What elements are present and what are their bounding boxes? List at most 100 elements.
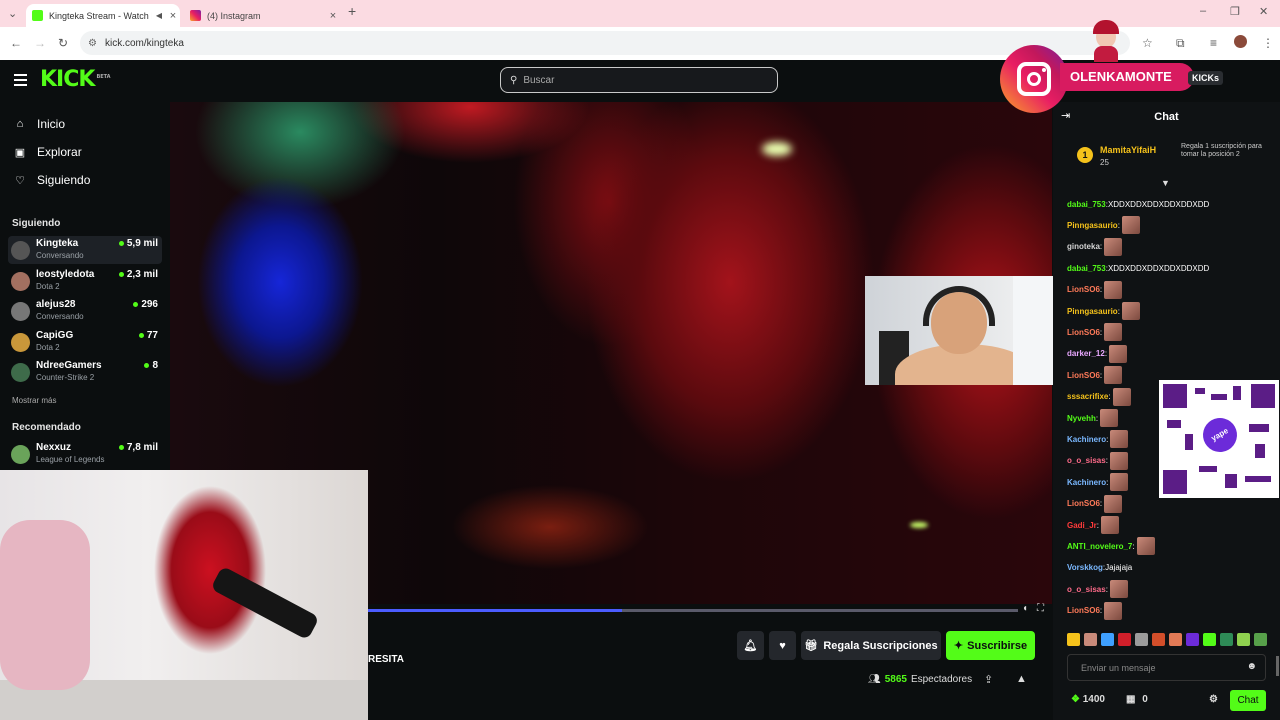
browser-tab-instagram[interactable]: (4) Instagram ×: [184, 4, 340, 27]
emoji-picker-icon[interactable]: ☻: [1246, 661, 1257, 672]
following-channel[interactable]: leostyledota Dota 2 2,3 mil: [8, 267, 162, 295]
forward-icon[interactable]: →: [34, 36, 46, 50]
close-tab-icon[interactable]: ×: [326, 10, 340, 22]
points-counter[interactable]: ❖ 1400: [1071, 694, 1105, 705]
chat-separator: :: [1117, 306, 1120, 316]
chat-message: Pinngasaurio:: [1067, 302, 1140, 320]
notification-bell-button[interactable]: 🔔︎: [737, 631, 764, 660]
heart-icon: ♥: [779, 639, 786, 652]
speaker-icon[interactable]: ◀: [152, 11, 166, 20]
chat-emote: [1121, 216, 1140, 235]
chat-username[interactable]: darker_12: [1067, 349, 1105, 358]
extensions-icon[interactable]: ⧉: [1176, 36, 1185, 51]
minimize-icon[interactable]: –: [1200, 5, 1206, 17]
kick-logo[interactable]: KICK BETA: [40, 67, 111, 92]
sidebar: ⌂ Inicio ▣ Explorar ♡ Siguiendo Siguiend…: [0, 102, 168, 477]
chat-message: Nyvehh:: [1067, 409, 1119, 427]
channel-viewers: 8: [144, 360, 158, 371]
chat-separator: :: [1104, 349, 1108, 359]
browser-menu-icon[interactable]: ⋮: [1262, 36, 1274, 50]
chat-message: LionSO6:: [1067, 323, 1123, 342]
sparkle-icon: ✦: [953, 640, 964, 652]
new-tab-icon[interactable]: +: [348, 3, 356, 19]
chat-emote: [1104, 280, 1123, 299]
chat-username[interactable]: LionSO6: [1067, 499, 1100, 508]
kicks-button[interactable]: KICKs: [1188, 71, 1224, 85]
chat-scrollbar[interactable]: [1276, 656, 1279, 676]
chat-username[interactable]: ginoteka: [1067, 242, 1100, 251]
chat-username[interactable]: LionSO6: [1067, 285, 1100, 294]
chat-emote: [1104, 323, 1123, 342]
back-icon[interactable]: ←: [10, 36, 22, 50]
following-channel[interactable]: CapiGG Dota 2 77: [8, 328, 162, 356]
avatar: [11, 272, 30, 291]
close-tab-icon[interactable]: ×: [166, 10, 180, 22]
chat-username[interactable]: sssacrifixe: [1067, 392, 1108, 401]
close-window-icon[interactable]: ✕: [1259, 5, 1268, 18]
reload-icon[interactable]: ↻: [58, 36, 68, 50]
browser-tab-kick[interactable]: Kingteka Stream - Watch Li ◀ ×: [26, 4, 180, 27]
chat-username[interactable]: Kachinero: [1067, 478, 1106, 487]
chat-username[interactable]: Vorskkog: [1067, 563, 1103, 572]
chat-username[interactable]: o_o_sisas: [1067, 456, 1106, 465]
viewer-count: 👥︎ 5865 Espectadores: [868, 674, 972, 685]
site-settings-icon[interactable]: ⚙: [88, 38, 97, 49]
chat-username[interactable]: o_o_sisas: [1067, 585, 1106, 594]
chat-username[interactable]: dabai_753: [1067, 264, 1106, 273]
tab-search-icon[interactable]: ⌄: [8, 7, 17, 20]
gift-icon: 🎁︎: [804, 640, 819, 652]
points-icon: ❖: [1071, 694, 1080, 705]
chat-username[interactable]: Gadi_Jr: [1067, 521, 1097, 530]
chat-settings-icon[interactable]: ⚙: [1209, 694, 1218, 705]
chat-username[interactable]: Kachinero: [1067, 435, 1106, 444]
heart-icon: ♡: [15, 174, 25, 187]
channel-category: Conversando: [36, 251, 84, 260]
report-icon[interactable]: ▲: [1016, 673, 1027, 685]
chat-separator: :: [1096, 520, 1100, 530]
chat-message: Gadi_Jr:: [1067, 516, 1120, 534]
restore-icon[interactable]: ❐: [1230, 5, 1240, 18]
fullscreen-icon[interactable]: ⛶: [1037, 603, 1044, 614]
filter-icon[interactable]: ▼: [1161, 178, 1170, 188]
hamburger-menu-icon[interactable]: [14, 74, 27, 89]
address-bar[interactable]: ⚙ kick.com/kingteka: [80, 31, 1130, 55]
bookmark-star-icon[interactable]: ☆: [1142, 36, 1153, 50]
following-channel[interactable]: alejus28 Conversando 296: [8, 297, 162, 325]
bell-icon: 🔔︎: [743, 640, 758, 652]
chat-input-placeholder: Enviar un mensaje: [1081, 662, 1156, 673]
chat-username[interactable]: dabai_753: [1067, 200, 1106, 209]
chat-username[interactable]: LionSO6: [1067, 371, 1100, 380]
chat-input[interactable]: Enviar un mensaje ☻: [1067, 654, 1266, 681]
video-progress-bar[interactable]: [368, 609, 1018, 612]
chat-message: LionSO6:: [1067, 366, 1123, 385]
nav-siguiendo[interactable]: ♡ Siguiendo: [12, 173, 90, 187]
volume-icon[interactable]: ◖: [1022, 603, 1028, 614]
room-webcam: [0, 470, 368, 720]
url-text: kick.com/kingteka: [104, 37, 184, 49]
following-channel[interactable]: NdreeGamers Counter-Strike 2 8: [8, 358, 162, 386]
chat-username[interactable]: Pinngasaurio: [1067, 221, 1118, 230]
recommended-channel[interactable]: Nexxuz League of Legends 7,8 mil: [8, 440, 162, 468]
chat-separator: :: [1099, 370, 1103, 380]
gift-box-icon: ▦: [1126, 694, 1136, 705]
gift-subscriptions-button[interactable]: 🎁︎ Regala Suscripciones: [801, 631, 941, 660]
subscribe-button[interactable]: ✦ Suscribirse: [946, 631, 1035, 660]
chat-username[interactable]: ANTI_novelero_7: [1067, 542, 1132, 551]
chat-username[interactable]: Pinngasaurio: [1067, 307, 1118, 316]
emote-bar[interactable]: [1067, 633, 1267, 647]
follow-heart-button[interactable]: ♥: [769, 631, 796, 660]
nav-explorar[interactable]: ▣ Explorar: [12, 145, 82, 159]
search-box[interactable]: ⚲ Buscar: [500, 67, 778, 93]
chat-username[interactable]: LionSO6: [1067, 328, 1100, 337]
profile-avatar-icon[interactable]: [1234, 35, 1247, 48]
gift-counter[interactable]: ▦ 0: [1126, 694, 1148, 705]
show-more-link[interactable]: Mostrar más: [12, 396, 56, 405]
chat-username[interactable]: LionSO6: [1067, 606, 1100, 615]
media-controls-icon[interactable]: ≡: [1210, 36, 1217, 50]
nav-inicio[interactable]: ⌂ Inicio: [12, 117, 65, 131]
following-channel[interactable]: Kingteka Conversando 5,9 mil: [8, 236, 162, 264]
gifts-value: 0: [1142, 694, 1148, 705]
send-chat-button[interactable]: Chat: [1230, 690, 1266, 711]
share-icon[interactable]: ⇪: [984, 673, 993, 686]
chat-username[interactable]: Nyvehh: [1067, 414, 1096, 423]
